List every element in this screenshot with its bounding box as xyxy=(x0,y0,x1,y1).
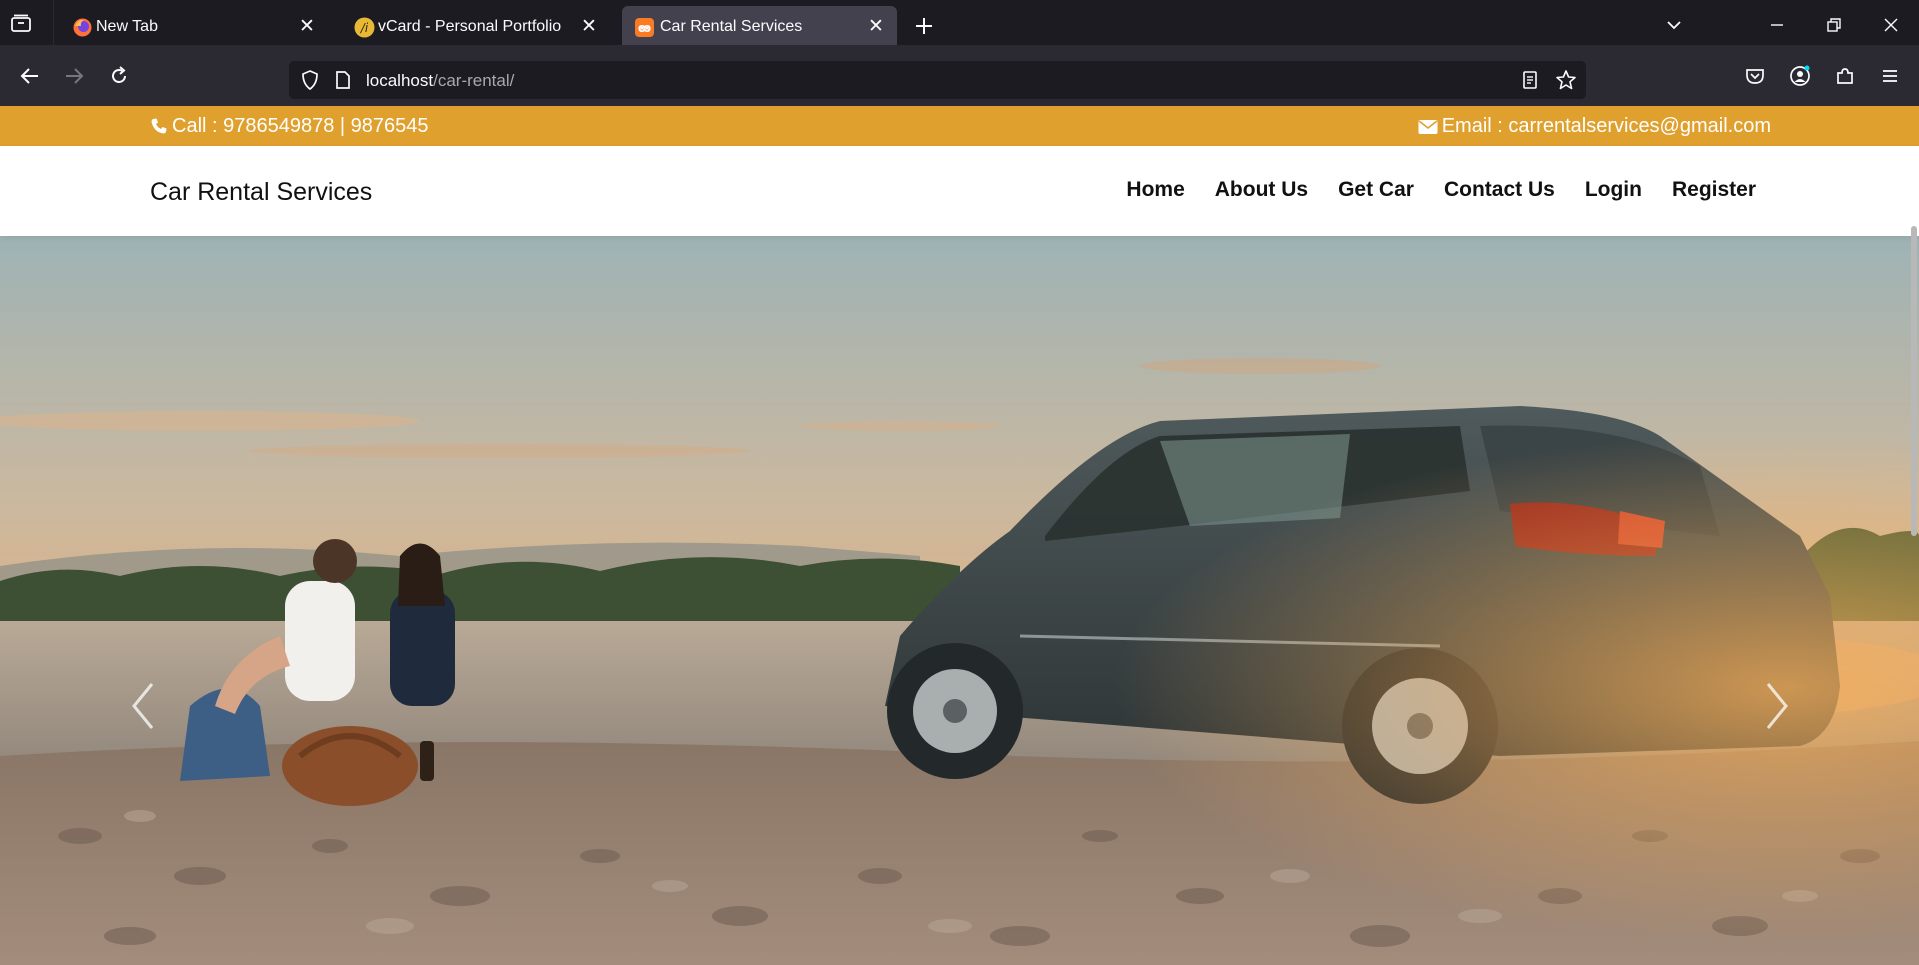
phone-icon xyxy=(151,118,167,134)
page-scrollbar[interactable] xyxy=(1911,226,1917,536)
tab-list-icon[interactable] xyxy=(10,14,32,32)
hero-image xyxy=(0,236,1919,965)
close-icon[interactable]: ✕ xyxy=(865,16,887,38)
pocket-icon[interactable] xyxy=(1744,65,1766,87)
tab-new-tab[interactable]: New Tab ✕ xyxy=(60,6,328,50)
restore-icon[interactable] xyxy=(1823,14,1845,36)
chevron-down-icon[interactable] xyxy=(1663,14,1685,36)
close-icon[interactable]: ✕ xyxy=(296,16,318,38)
back-arrow-icon[interactable] xyxy=(19,65,41,87)
hero-carousel xyxy=(0,236,1919,965)
bookmark-star-icon[interactable] xyxy=(1555,69,1577,96)
vcard-favicon-icon: /i xyxy=(354,17,375,38)
new-tab-plus-icon[interactable] xyxy=(912,14,936,38)
email-text: Email : carrentalservices@gmail.com xyxy=(1441,115,1771,137)
nav-login-link[interactable]: Login xyxy=(1585,178,1642,202)
firefox-icon xyxy=(72,17,93,38)
call-info: Call : 9786549878 | 9876545 xyxy=(150,115,429,138)
web-page: Call : 9786549878 | 9876545 Email : carr… xyxy=(0,106,1919,965)
shield-icon[interactable] xyxy=(299,69,321,96)
reload-icon[interactable] xyxy=(108,65,130,87)
svg-text:/i: /i xyxy=(360,21,369,35)
browser-nav-bar: localhost/car-rental/ xyxy=(0,45,1919,106)
minimize-icon[interactable] xyxy=(1766,14,1788,36)
chevron-right-icon[interactable] xyxy=(1756,676,1796,736)
email-info: Email : carrentalservices@gmail.com xyxy=(1418,115,1771,138)
contact-top-bar: Call : 9786549878 | 9876545 Email : carr… xyxy=(0,106,1919,146)
account-icon[interactable] xyxy=(1789,65,1811,87)
tab-separator xyxy=(53,0,54,45)
page-icon[interactable] xyxy=(333,70,353,95)
tab-label: vCard - Personal Portfolio xyxy=(378,18,562,35)
tab-vcard[interactable]: /i vCard - Personal Portfolio ✕ xyxy=(342,6,610,50)
forward-arrow-icon[interactable] xyxy=(63,65,85,87)
envelope-icon xyxy=(1418,120,1438,134)
browser-tab-bar: New Tab ✕ /i vCard - Personal Portfolio … xyxy=(0,0,1919,49)
xampp-favicon-icon: ꙭ xyxy=(634,17,655,38)
nav-get-car-link[interactable]: Get Car xyxy=(1338,178,1414,202)
main-nav: Home About Us Get Car Contact Us Login R… xyxy=(1126,178,1756,202)
close-icon[interactable]: ✕ xyxy=(578,16,600,38)
call-text: Call : 9786549878 | 9876545 xyxy=(172,115,429,137)
reader-view-icon[interactable] xyxy=(1520,70,1540,95)
nav-contact-link[interactable]: Contact Us xyxy=(1444,178,1555,202)
site-brand[interactable]: Car Rental Services xyxy=(150,178,372,207)
url-text[interactable]: localhost/car-rental/ xyxy=(366,71,514,91)
hamburger-menu-icon[interactable] xyxy=(1879,65,1901,87)
nav-about-link[interactable]: About Us xyxy=(1215,178,1308,202)
nav-home-link[interactable]: Home xyxy=(1126,178,1184,202)
tab-label: Car Rental Services xyxy=(660,18,803,35)
url-host: localhost xyxy=(366,71,434,90)
nav-register-link[interactable]: Register xyxy=(1672,178,1756,202)
site-header: Car Rental Services Home About Us Get Ca… xyxy=(0,146,1919,236)
tab-label: New Tab xyxy=(96,18,158,35)
extensions-puzzle-icon[interactable] xyxy=(1834,65,1856,87)
window-close-icon[interactable] xyxy=(1880,14,1902,36)
svg-text:ꙭ: ꙭ xyxy=(638,21,651,35)
tab-car-rental[interactable]: ꙭ Car Rental Services ✕ xyxy=(622,6,897,49)
url-path: /car-rental/ xyxy=(433,71,515,90)
chevron-left-icon[interactable] xyxy=(124,676,164,736)
address-bar[interactable]: localhost/car-rental/ xyxy=(289,61,1586,99)
